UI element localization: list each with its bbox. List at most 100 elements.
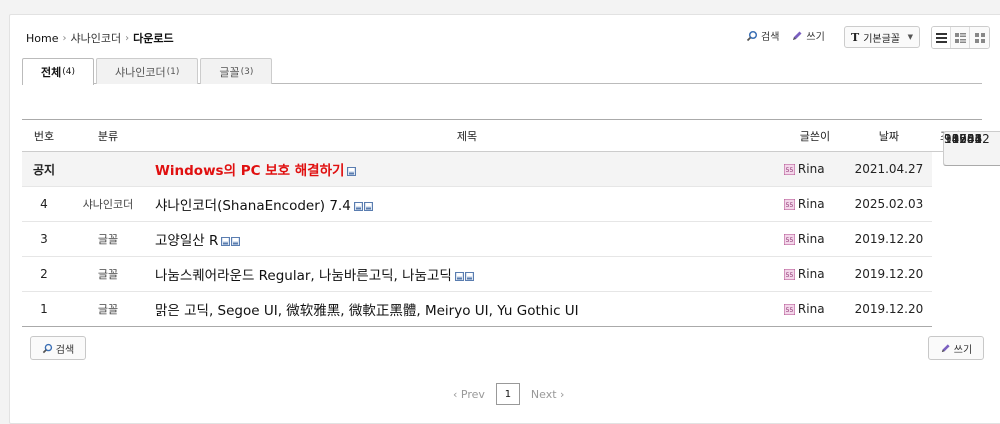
font-select-value: 기본글꼴	[863, 33, 900, 45]
row-title-link[interactable]: 샤나인코더(ShanaEncoder) 7.4	[155, 198, 351, 214]
next-link[interactable]: Next ›	[531, 388, 565, 401]
header-category: 분류	[97, 129, 119, 143]
write-label: 쓰기	[806, 32, 825, 43]
table-header-row: 번호 분류 제목 글쓴이 날짜 조회 수	[22, 119, 982, 152]
page-1[interactable]: 1	[495, 383, 520, 405]
view-mode-switch	[931, 26, 990, 49]
compact-view-button[interactable]	[951, 27, 970, 48]
search-button[interactable]: 검색	[746, 28, 779, 43]
svg-text:55: 55	[786, 307, 794, 314]
bottom-search-label: 검색	[55, 344, 75, 356]
tab-all[interactable]: 전체 (4)	[22, 58, 94, 85]
row-date: 2025.02.03	[845, 186, 932, 222]
pencil-icon	[940, 343, 951, 354]
file-icon	[454, 271, 464, 281]
table-row[interactable]: 2 글꼴 나눔스퀘어라운드 Regular, 나눔바른고딕, 나눔고딕 55 Ri…	[22, 130, 1000, 292]
bottom-write-button[interactable]: 쓰기	[928, 336, 984, 360]
row-category: 글꼴	[66, 291, 150, 327]
board-tools: 검색 쓰기	[746, 28, 837, 43]
user-level-icon: 55	[783, 199, 795, 210]
tab-label: 샤나인코더	[115, 65, 166, 79]
write-button[interactable]: 쓰기	[791, 28, 825, 43]
author-name: Rina	[797, 197, 825, 211]
chevron-right-icon: ›	[62, 32, 67, 44]
row-title-cell: 나눔스퀘어라운드 Regular, 나눔바른고딕, 나눔고딕	[150, 256, 784, 292]
author-name: Rina	[797, 232, 825, 246]
svg-text:55: 55	[786, 167, 794, 174]
header-title: 제목	[456, 129, 478, 143]
row-title-link[interactable]: 맑은 고딕, Segoe UI, 微软雅黑, 微軟正黑體, Meiryo UI,…	[155, 303, 579, 319]
prev-link[interactable]: ‹ Prev	[453, 388, 485, 401]
row-number: 4	[22, 186, 66, 222]
table-row[interactable]: 3 글꼴 고양일산 R 55 Rina 2019.12.20 11952	[22, 130, 1000, 257]
row-author[interactable]: 55 Rina	[783, 221, 846, 257]
pagination: ‹ Prev 1 Next ›	[453, 383, 564, 405]
compact-view-icon	[954, 32, 966, 43]
tab-count: (3)	[240, 66, 254, 77]
search-icon	[42, 343, 53, 354]
row-category: 글꼴	[66, 221, 150, 257]
svg-text:55: 55	[786, 237, 794, 244]
row-title-cell: 샤나인코더(ShanaEncoder) 7.4	[150, 186, 784, 222]
breadcrumb-current[interactable]: 다운로드	[133, 30, 173, 46]
header-date: 날짜	[878, 129, 900, 143]
row-title-cell: 맑은 고딕, Segoe UI, 微软雅黑, 微軟正黑體, Meiryo UI,…	[150, 291, 784, 327]
svg-text:55: 55	[786, 272, 794, 279]
author-name: Rina	[797, 302, 825, 316]
search-icon	[746, 30, 758, 42]
list-view-icon	[935, 32, 947, 43]
caret-down-icon: ▼	[907, 33, 913, 41]
prev-label: Prev	[460, 387, 485, 401]
row-author[interactable]: 55 Rina	[783, 186, 846, 222]
tab-fonts[interactable]: 글꼴 (3)	[200, 58, 273, 84]
row-title-cell: 고양일산 R	[150, 221, 784, 257]
user-level-icon: 55	[783, 304, 795, 315]
row-date: 2019.12.20	[845, 291, 932, 327]
table-row[interactable]: 1 글꼴 맑은 고딕, Segoe UI, 微软雅黑, 微軟正黑體, Meiry…	[22, 130, 1000, 327]
row-title-link[interactable]: 나눔스퀘어라운드 Regular, 나눔바른고딕, 나눔고딕	[155, 268, 452, 284]
tab-count: (1)	[166, 66, 180, 77]
search-label: 검색	[761, 32, 780, 43]
notice-row[interactable]: 공지 Windows의 PC 보호 해결하기 55 Rina 2021.04.27…	[22, 130, 1000, 187]
board-panel: Home › 샤나인코더 › 다운로드 검색 쓰기 T 기본글꼴 ▼ 전체 (4…	[9, 14, 1000, 424]
row-author[interactable]: 55 Rina	[783, 256, 846, 292]
row-title-link[interactable]: 고양일산 R	[155, 233, 218, 249]
row-title-link[interactable]: Windows의 PC 보호 해결하기	[155, 163, 344, 179]
user-level-icon: 55	[783, 164, 795, 175]
category-tabs: 전체 (4) 샤나인코더 (1) 글꼴 (3)	[22, 58, 982, 85]
row-date: 2019.12.20	[845, 221, 932, 257]
font-icon: T	[851, 30, 860, 44]
table-row[interactable]: 4 샤나인코더 샤나인코더(ShanaEncoder) 7.4 55 Rina 2…	[22, 130, 1000, 222]
next-label: Next	[530, 387, 557, 401]
row-date: 2021.04.27	[845, 151, 932, 187]
tab-label: 글꼴	[219, 65, 240, 79]
tab-label: 전체	[41, 66, 62, 79]
header-author: 글쓴이	[799, 129, 831, 143]
breadcrumb-category[interactable]: 샤나인코더	[70, 30, 121, 46]
bottom-search-button[interactable]: 검색	[30, 336, 86, 360]
user-level-icon: 55	[783, 269, 795, 280]
tab-shanaencoder[interactable]: 샤나인코더 (1)	[96, 58, 199, 84]
row-number: 2	[22, 256, 66, 292]
row-views: 10243	[943, 130, 1000, 166]
user-level-icon: 55	[783, 234, 795, 245]
row-category: 글꼴	[66, 256, 150, 292]
row-number: 공지	[22, 151, 66, 187]
file-icon	[231, 236, 241, 246]
font-select[interactable]: T 기본글꼴 ▼	[844, 26, 920, 48]
header-no: 번호	[33, 129, 55, 143]
row-author[interactable]: 55 Rina	[783, 151, 846, 187]
post-table: 번호 분류 제목 글쓴이 날짜 조회 수 공지 Windows의 PC 보호 해…	[22, 119, 1000, 327]
breadcrumb-home[interactable]: Home	[26, 32, 58, 45]
file-icon	[464, 271, 474, 281]
file-icon	[353, 201, 363, 211]
grid-view-icon	[974, 32, 985, 43]
grid-view-button[interactable]	[970, 27, 989, 48]
row-category: 샤나인코더	[66, 186, 150, 222]
row-title-cell: Windows의 PC 보호 해결하기	[150, 151, 784, 187]
row-number: 1	[22, 291, 66, 327]
row-author[interactable]: 55 Rina	[783, 291, 846, 327]
tab-count: (4)	[62, 67, 75, 77]
list-view-button[interactable]	[932, 27, 951, 48]
file-icon	[363, 201, 373, 211]
